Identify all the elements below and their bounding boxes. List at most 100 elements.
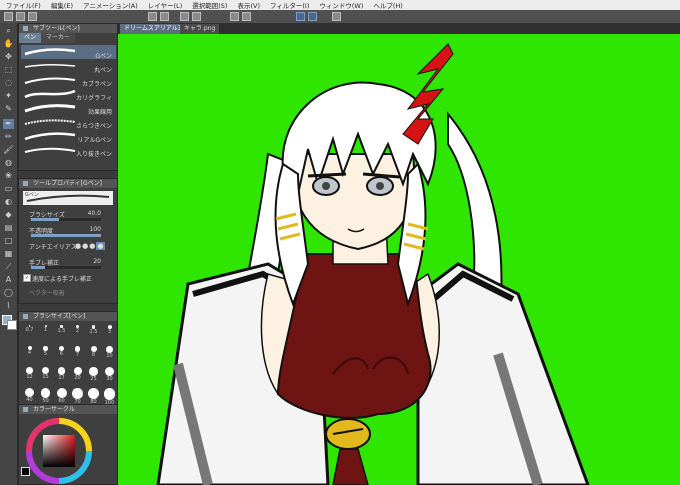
brush-item[interactable]: 効果線用 (21, 101, 116, 116)
figure-icon[interactable]: □ (3, 236, 14, 246)
fill-icon[interactable] (192, 12, 201, 21)
transform-icon[interactable] (230, 12, 239, 21)
antialias-row[interactable]: アンチエイリアス ●●●● (23, 241, 115, 251)
brush-size-preset[interactable]: 40 (22, 388, 37, 403)
brush-size-preset[interactable]: 12 (22, 367, 37, 380)
brush-size-preset[interactable]: 1.5 (54, 325, 69, 334)
brush-size-preset[interactable]: 60 (54, 388, 69, 404)
brush-icon[interactable]: 🖌 (3, 145, 14, 155)
deselect-icon[interactable] (242, 12, 251, 21)
brush-size-value: 7 (75, 351, 80, 358)
zoom-icon[interactable]: ⌕ (3, 26, 14, 36)
fill-bucket-icon[interactable]: ◆ (3, 210, 14, 220)
clear-icon[interactable] (180, 12, 189, 21)
vector-snap-row[interactable]: ベクター吸着 (23, 287, 115, 297)
brush-size-slider[interactable] (31, 218, 101, 221)
opacity-slider[interactable] (31, 234, 101, 237)
antialias-options[interactable]: ●●●● (75, 242, 106, 250)
pencil-icon[interactable]: ✏ (3, 132, 14, 142)
ruler-icon[interactable]: ⟋ (3, 262, 14, 272)
redo-icon[interactable] (160, 12, 169, 21)
brush-size-preset[interactable]: 25 (86, 367, 101, 382)
menu-selection[interactable]: 選択範囲(S) (192, 0, 227, 10)
color-wheel[interactable] (19, 415, 117, 485)
brush-size-preset[interactable]: 80 (86, 388, 101, 405)
brush-size-preset[interactable]: 6 (54, 346, 69, 357)
brush-size-preset[interactable]: 50 (38, 388, 53, 404)
eraser-icon[interactable]: ▭ (3, 184, 14, 194)
brush-size-preset[interactable]: 2.5 (86, 325, 101, 335)
menu-view[interactable]: 表示(V) (237, 0, 260, 10)
brush-item[interactable]: 入り抜きペン (21, 143, 116, 158)
stabilizer-row[interactable]: 手ブレ補正 20 (23, 257, 115, 269)
tab-pen[interactable]: ペン (19, 33, 42, 43)
brush-size-preset[interactable]: 5 (38, 346, 53, 357)
brush-size-preset[interactable]: 4 (22, 346, 37, 356)
eyedropper-icon[interactable]: ✎ (3, 104, 14, 114)
wand-icon[interactable]: ✦ (3, 91, 14, 101)
menu-file[interactable]: ファイル(F) (6, 0, 41, 10)
brush-size-preset[interactable]: 1 (38, 325, 53, 333)
brush-size-preset[interactable]: 10 (102, 346, 117, 359)
opacity-value[interactable]: 100 (90, 226, 101, 233)
text-icon[interactable]: A (3, 275, 14, 285)
speed-stabilize-row[interactable]: ✓ 速度による手ブレ補正 (23, 273, 115, 283)
document-tab-bar: ドリームスアリアル立ち絵 キャラ.png (118, 23, 680, 34)
line-correct-icon[interactable]: ⌇ (3, 301, 14, 311)
hand-icon[interactable]: ✋ (3, 39, 14, 49)
brush-size-preset[interactable]: 3 (102, 325, 117, 335)
sub-color-swatch[interactable] (7, 320, 17, 330)
canvas[interactable] (118, 34, 680, 485)
brush-size-preset[interactable]: 17 (54, 367, 69, 381)
brush-size-preset[interactable]: 15 (38, 367, 53, 380)
brush-label: 入り抜きペン (75, 151, 112, 158)
save-icon[interactable] (28, 12, 37, 21)
brush-size-preset[interactable]: 20 (70, 367, 85, 381)
airbrush-icon[interactable]: ◍ (3, 158, 14, 168)
document-tab[interactable]: キャラ.png (180, 24, 220, 34)
brush-size-value: 25 (90, 375, 97, 382)
brush-size-preset[interactable]: 70 (70, 388, 85, 405)
menu-layer[interactable]: レイヤー(L) (148, 0, 183, 10)
stabilizer-slider[interactable] (31, 266, 101, 269)
menu-animation[interactable]: アニメーション(A) (83, 0, 138, 10)
menu-help[interactable]: ヘルプ(H) (373, 0, 402, 10)
brush-item[interactable]: リアルGペン (21, 129, 116, 144)
selection-icon[interactable]: ⬚ (3, 65, 14, 75)
balloon-icon[interactable]: ◯ (3, 288, 14, 298)
frame-icon[interactable]: ▦ (3, 249, 14, 259)
lasso-icon[interactable]: ◌ (3, 78, 14, 88)
new-file-icon[interactable] (4, 12, 13, 21)
tab-marker[interactable]: マーカー (41, 33, 76, 43)
menu-edit[interactable]: 編集(E) (51, 0, 73, 10)
brush-size-preset[interactable]: 2 (70, 325, 85, 334)
brush-size-preset[interactable]: 30 (102, 367, 117, 382)
menu-filter[interactable]: フィルター(I) (270, 0, 309, 10)
brush-item[interactable]: カブラペン (21, 73, 116, 88)
move-icon[interactable]: ✥ (3, 52, 14, 62)
brush-size-preset[interactable]: 100 (102, 388, 117, 406)
snap-ruler-icon[interactable] (296, 12, 305, 21)
brush-item[interactable]: 丸ペン (21, 59, 116, 74)
brush-size-preset[interactable]: 8 (86, 346, 101, 358)
brush-size-row[interactable]: ブラシサイズ 40.0 (23, 209, 115, 221)
opacity-row[interactable]: 不透明度 100 (23, 225, 115, 237)
blend-icon[interactable]: ◐ (3, 197, 14, 207)
main-sub-color-swatch[interactable] (21, 467, 31, 477)
brush-item[interactable]: Gペン (21, 45, 116, 60)
undo-icon[interactable] (148, 12, 157, 21)
stabilizer-value[interactable]: 20 (93, 258, 101, 265)
speed-stabilize-checkbox[interactable]: ✓ (23, 274, 31, 282)
pen-icon[interactable]: ✒ (3, 119, 14, 129)
brush-size-value[interactable]: 40.0 (88, 210, 101, 217)
snap-grid-icon[interactable] (332, 12, 341, 21)
brush-size-preset[interactable]: 0.7 (22, 325, 37, 333)
brush-item[interactable]: さらつきペン (21, 115, 116, 130)
decoration-icon[interactable]: ❀ (3, 171, 14, 181)
menu-window[interactable]: ウィンドウ(W) (319, 0, 363, 10)
brush-item[interactable]: カリグラフィ (21, 87, 116, 102)
snap-guide-icon[interactable] (308, 12, 317, 21)
open-file-icon[interactable] (16, 12, 25, 21)
gradient-icon[interactable]: ▤ (3, 223, 14, 233)
brush-size-preset[interactable]: 7 (70, 346, 85, 358)
